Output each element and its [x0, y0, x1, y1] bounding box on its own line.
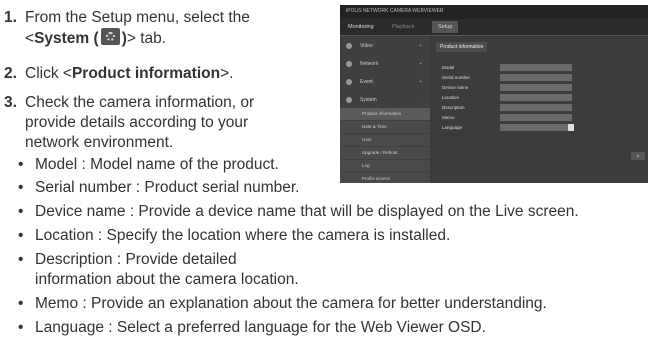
- brand-logo: iPOLiS NETWORK CAMERA WEBVIEWER: [346, 8, 444, 14]
- bullet-device-name: • Device name : Provide a device name tha…: [18, 203, 579, 220]
- step-text-line: network environment.: [25, 134, 174, 151]
- field-model-label: Model: [442, 65, 455, 70]
- tab-monitoring[interactable]: Monitoring: [348, 21, 374, 33]
- step-number: 1.: [4, 9, 17, 26]
- field-location-label: Location: [442, 95, 460, 100]
- step-text-line: provide details according to your: [25, 114, 249, 131]
- product-information-panel: Product information Model Serial number …: [432, 36, 648, 183]
- memo-input[interactable]: [500, 114, 572, 121]
- device-name-input[interactable]: [500, 84, 572, 91]
- description-input[interactable]: [500, 104, 572, 111]
- apply-button[interactable]: A: [631, 152, 645, 160]
- field-description-label: Description: [442, 105, 465, 110]
- step-text-end: >.: [220, 65, 234, 82]
- top-bar: iPOLiS NETWORK CAMERA WEBVIEWER: [340, 5, 648, 19]
- bullet-model: • Model : Model name of the product.: [18, 156, 279, 173]
- submenu-user[interactable]: User: [340, 134, 430, 146]
- submenu-profile-access[interactable]: Profile access: [340, 173, 430, 183]
- submenu-date-time[interactable]: Date & Time: [340, 121, 430, 133]
- language-dropdown-icon[interactable]: [568, 124, 574, 131]
- submenu-upgrade-reboot[interactable]: Upgrade / Reboot: [340, 147, 430, 159]
- bullet-language: • Language : Select a preferred language …: [18, 319, 486, 336]
- system-icon: [346, 97, 352, 103]
- bullet-location: • Location : Specify the location where t…: [18, 227, 451, 244]
- submenu-product-information[interactable]: Product information: [340, 108, 430, 120]
- menu-network[interactable]: Network +: [340, 56, 430, 72]
- menu-video[interactable]: Video +: [340, 38, 430, 54]
- step-number: 3.: [4, 94, 17, 111]
- field-language-label: Language: [442, 125, 463, 130]
- step-text: From the Setup menu, select the: [25, 9, 250, 26]
- event-icon: [346, 79, 352, 85]
- menu-event[interactable]: Event +: [340, 74, 430, 90]
- field-memo-label: Memo: [442, 115, 455, 120]
- setup-screenshot: iPOLiS NETWORK CAMERA WEBVIEWER Monitori…: [340, 5, 648, 183]
- menu-system[interactable]: System -: [340, 92, 430, 108]
- system-tab-label: System (: [34, 30, 99, 47]
- step-text-line: Check the camera information, or: [25, 94, 255, 111]
- bullet-description: • Description : Provide detailed: [18, 251, 237, 268]
- field-serial-label: Serial number: [442, 75, 471, 80]
- submenu-log[interactable]: Log: [340, 160, 430, 172]
- field-model-value: [500, 64, 572, 71]
- tab-bar: Monitoring Playback Setup: [340, 19, 648, 36]
- field-device-name-label: Device name: [442, 85, 469, 90]
- language-select[interactable]: [500, 124, 572, 131]
- step-number: 2.: [4, 65, 17, 82]
- bullet-memo: • Memo : Provide an explanation about the…: [18, 295, 547, 312]
- tab-setup[interactable]: Setup: [432, 21, 459, 33]
- setup-gear-icon: [100, 28, 120, 45]
- setup-sidebar: Video + Network + Event + System - Product i…: [340, 36, 430, 183]
- step-text-lt: <: [25, 30, 35, 47]
- step-text-end: > tab.: [126, 30, 167, 47]
- video-icon: [346, 43, 352, 49]
- field-serial-value: [500, 74, 572, 81]
- panel-title: Product information: [436, 42, 488, 52]
- product-information-label: Product information: [71, 65, 221, 82]
- bullet-serial-number: • Serial number : Product serial number.: [18, 179, 300, 196]
- bullet-description-continued: information about the camera location.: [35, 271, 299, 288]
- location-input[interactable]: [500, 94, 572, 101]
- network-icon: [346, 61, 352, 67]
- step-text: Click <: [25, 65, 72, 82]
- tab-playback[interactable]: Playback: [392, 21, 414, 33]
